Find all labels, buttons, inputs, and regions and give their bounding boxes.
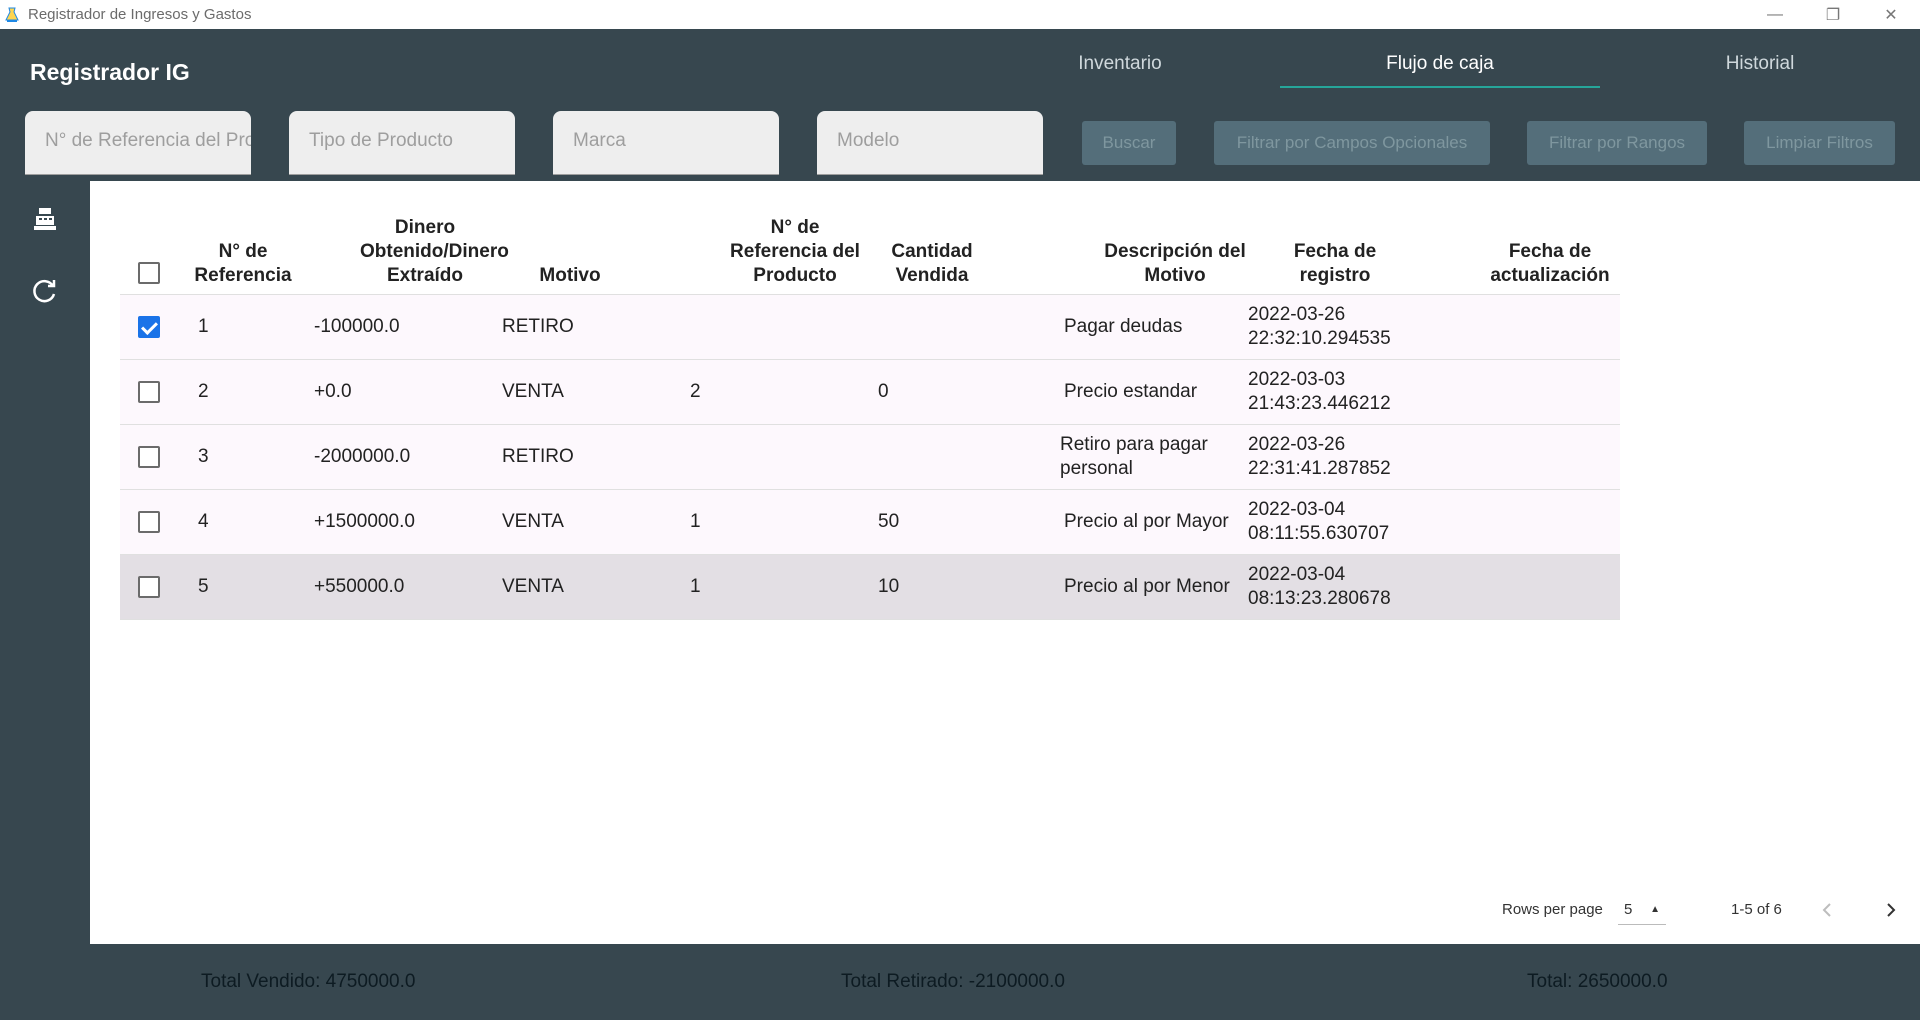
cell-reason: VENTA — [502, 381, 564, 402]
cell-created: 2022-03-04 08:13:23.280678 — [1248, 564, 1391, 609]
cell-qty: 0 — [878, 381, 889, 402]
cell-product-ref: 2 — [690, 381, 701, 402]
cell-description: Retiro para pagar personal — [1060, 434, 1208, 479]
rows-per-page-label: Rows per page — [1502, 901, 1603, 918]
cell-created: 2022-03-26 22:32:10.294535 — [1248, 304, 1391, 349]
column-header-money[interactable]: Dinero Obtenido/Dinero Extraído — [360, 216, 509, 288]
table-row[interactable]: 2 +0.0 VENTA 2 0 Precio estandar 2022-03… — [120, 360, 1620, 425]
tab-flujo-de-caja[interactable]: Flujo de caja — [1280, 49, 1600, 89]
cell-ref: 2 — [198, 381, 209, 402]
column-header-reason[interactable]: Motivo — [520, 264, 620, 288]
column-header-description[interactable]: Descripción del Motivo — [1100, 240, 1250, 288]
cell-description: Precio estandar — [1064, 381, 1198, 402]
tab-inventario[interactable]: Inventario — [1000, 49, 1240, 89]
clear-filters-button[interactable]: Limpiar Filtros — [1744, 121, 1895, 165]
pagination-range: 1-5 of 6 — [1731, 901, 1782, 918]
table-row[interactable]: 1 -100000.0 RETIRO Pagar deudas 2022-03-… — [120, 295, 1620, 360]
cell-product-ref: 1 — [690, 576, 701, 597]
table-row[interactable]: 3 -2000000.0 RETIRO Retiro para pagar pe… — [120, 425, 1620, 490]
cell-reason: RETIRO — [502, 446, 574, 467]
cell-ref: 5 — [198, 576, 209, 597]
column-header-qty[interactable]: Cantidad Vendida — [872, 240, 992, 288]
cell-reason: RETIRO — [502, 316, 574, 337]
cell-reason: VENTA — [502, 511, 564, 532]
brand-input[interactable]: Marca — [553, 111, 779, 175]
row-checkbox[interactable] — [138, 446, 160, 468]
window-controls: — ❐ ✕ — [1746, 0, 1920, 29]
cell-created: 2022-03-03 21:43:23.446212 — [1248, 369, 1391, 414]
cell-ref: 3 — [198, 446, 209, 467]
app-brand: Registrador IG — [30, 59, 190, 85]
next-page-icon[interactable] — [1876, 895, 1906, 925]
select-all-checkbox[interactable] — [138, 262, 160, 284]
table-row[interactable]: 5 +550000.0 VENTA 1 10 Precio al por Men… — [120, 555, 1620, 620]
cell-ref: 1 — [198, 316, 209, 337]
column-header-ref[interactable]: N° de Referencia — [188, 240, 298, 288]
column-header-product-ref[interactable]: N° de Referencia del Producto — [730, 216, 860, 288]
cell-money: +550000.0 — [314, 576, 405, 597]
rows-per-page-value: 5 — [1624, 901, 1633, 918]
rows-per-page-select[interactable]: 5 ▲ — [1618, 895, 1666, 925]
table-row[interactable]: 4 +1500000.0 VENTA 1 50 Precio al por Ma… — [120, 490, 1620, 555]
total-sold: Total Vendido: 4750000.0 — [201, 971, 416, 992]
window-title: Registrador de Ingresos y Gastos — [28, 6, 252, 23]
cell-description: Pagar deudas — [1064, 316, 1183, 337]
cash-flow-table: N° de Referencia Dinero Obtenido/Dinero … — [120, 215, 1620, 620]
total-balance: Total: 2650000.0 — [1527, 971, 1668, 992]
column-header-updated[interactable]: Fecha de actualización — [1480, 240, 1620, 288]
totals-footer: Total Vendido: 4750000.0 Total Retirado:… — [0, 944, 1920, 1020]
row-checkbox[interactable] — [138, 316, 160, 338]
app-icon — [5, 7, 19, 22]
reference-input[interactable]: N° de Referencia del Producto — [25, 111, 251, 175]
minimize-button[interactable]: — — [1746, 0, 1804, 29]
cell-qty: 50 — [878, 511, 900, 532]
cell-money: -2000000.0 — [314, 446, 411, 467]
product-type-input[interactable]: Tipo de Producto — [289, 111, 515, 175]
window-titlebar: Registrador de Ingresos y Gastos — ❐ ✕ — [0, 0, 1920, 29]
previous-page-icon[interactable] — [1812, 895, 1842, 925]
navigation-rail — [0, 181, 90, 944]
row-checkbox[interactable] — [138, 381, 160, 403]
refresh-icon[interactable] — [30, 277, 60, 307]
cash-flow-panel: N° de Referencia Dinero Obtenido/Dinero … — [90, 181, 1920, 944]
total-withdrawn: Total Retirado: -2100000.0 — [841, 971, 1065, 992]
cell-description: Precio al por Mayor — [1064, 511, 1229, 532]
search-button[interactable]: Buscar — [1082, 121, 1176, 165]
cell-qty: 10 — [878, 576, 900, 597]
model-input[interactable]: Modelo — [817, 111, 1043, 175]
active-tab-indicator — [1280, 86, 1600, 88]
cell-money: +1500000.0 — [314, 511, 415, 532]
cell-product-ref: 1 — [690, 511, 701, 532]
cell-created: 2022-03-26 22:31:41.287852 — [1248, 434, 1391, 479]
range-filter-button[interactable]: Filtrar por Rangos — [1527, 121, 1707, 165]
optional-fields-filter-button[interactable]: Filtrar por Campos Opcionales — [1214, 121, 1490, 165]
cash-register-icon[interactable] — [30, 205, 60, 235]
row-checkbox[interactable] — [138, 576, 160, 598]
tab-historial[interactable]: Historial — [1640, 49, 1880, 89]
table-header: N° de Referencia Dinero Obtenido/Dinero … — [120, 215, 1620, 295]
cell-money: -100000.0 — [314, 316, 400, 337]
cell-money: +0.0 — [314, 381, 352, 402]
dropdown-arrow-icon: ▲ — [1650, 904, 1660, 915]
cell-description: Precio al por Menor — [1064, 576, 1230, 597]
column-header-created[interactable]: Fecha de registro — [1270, 240, 1400, 288]
app-header: Registrador IG Inventario Flujo de caja … — [0, 29, 1920, 181]
cell-created: 2022-03-04 08:11:55.630707 — [1248, 499, 1390, 544]
cell-ref: 4 — [198, 511, 209, 532]
restore-button[interactable]: ❐ — [1804, 0, 1862, 29]
cell-reason: VENTA — [502, 576, 564, 597]
close-button[interactable]: ✕ — [1862, 0, 1920, 29]
row-checkbox[interactable] — [138, 511, 160, 533]
